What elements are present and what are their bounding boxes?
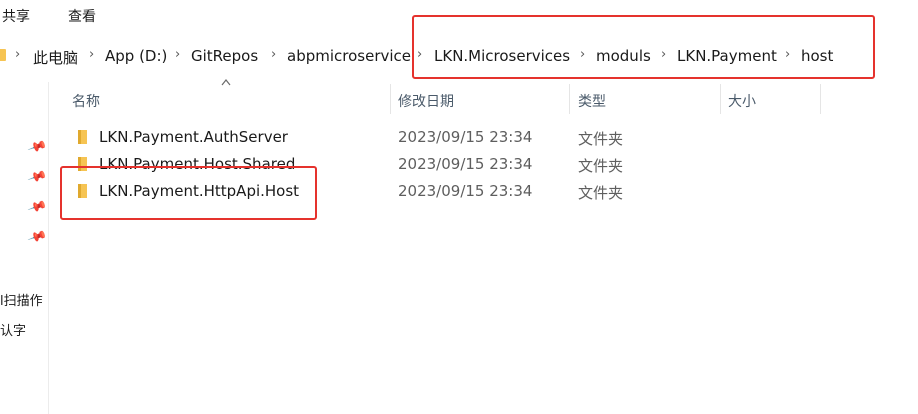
column-header-size[interactable]: 大小 <box>728 91 756 111</box>
file-row[interactable]: LKN.Payment.AuthServer 2023/09/15 23:34 … <box>60 124 820 150</box>
breadcrumb-this-pc[interactable]: 此电脑 <box>33 47 78 68</box>
pin-icon[interactable]: 📌 <box>27 137 48 157</box>
column-header-type[interactable]: 类型 <box>578 91 606 111</box>
folder-icon <box>0 49 6 61</box>
pin-icon[interactable]: 📌 <box>27 167 48 187</box>
file-name: LKN.Payment.AuthServer <box>99 128 288 146</box>
file-date: 2023/09/15 23:34 <box>398 155 533 173</box>
sort-ascending-icon[interactable] <box>221 78 231 86</box>
file-date: 2023/09/15 23:34 <box>398 128 533 146</box>
breadcrumb-drive[interactable]: App (D:) <box>105 47 167 65</box>
pane-divider[interactable] <box>48 82 49 414</box>
chevron-right-icon[interactable]: › <box>15 47 20 62</box>
file-type: 文件夹 <box>578 184 624 202</box>
column-divider[interactable] <box>569 84 570 114</box>
column-divider[interactable] <box>390 84 391 114</box>
pin-icon[interactable]: 📌 <box>27 197 48 217</box>
tab-share[interactable]: 共享 <box>2 6 30 26</box>
column-header-name[interactable]: 名称 <box>72 91 100 111</box>
file-type: 文件夹 <box>578 130 624 148</box>
file-date: 2023/09/15 23:34 <box>398 182 533 200</box>
highlight-box-address <box>412 15 875 79</box>
column-header-date[interactable]: 修改日期 <box>398 91 454 111</box>
breadcrumb-abpmicroservice[interactable]: abpmicroservice <box>287 47 411 65</box>
navigation-pane: 📌 📌 📌 📌 l扫描作 认字 <box>0 82 48 414</box>
breadcrumb-gitrepos[interactable]: GitRepos <box>191 47 258 65</box>
nav-item-ocr[interactable]: 认字 <box>0 320 26 339</box>
folder-icon <box>78 130 87 144</box>
column-divider[interactable] <box>820 84 821 114</box>
pin-icon[interactable]: 📌 <box>27 227 48 247</box>
highlight-box-folder <box>60 166 317 220</box>
chevron-right-icon[interactable]: › <box>89 47 94 62</box>
chevron-right-icon[interactable]: › <box>271 47 276 62</box>
nav-item-scan[interactable]: l扫描作 <box>0 290 43 309</box>
chevron-right-icon[interactable]: › <box>175 47 180 62</box>
column-divider[interactable] <box>720 84 721 114</box>
file-type: 文件夹 <box>578 157 624 175</box>
tab-view[interactable]: 查看 <box>68 6 96 26</box>
